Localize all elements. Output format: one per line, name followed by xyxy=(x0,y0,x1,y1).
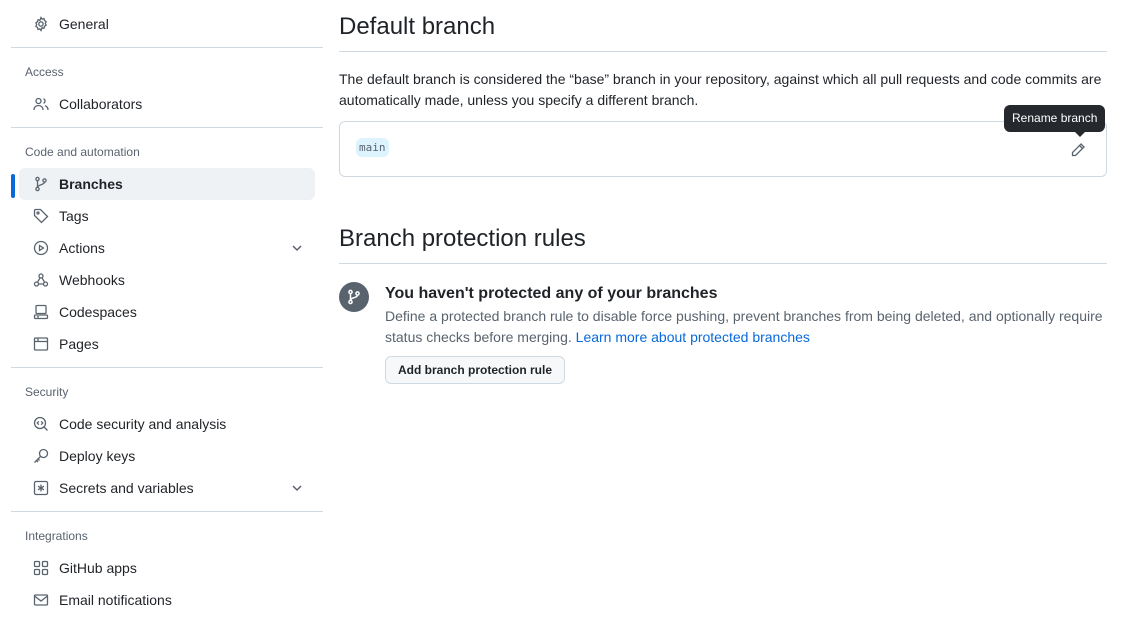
sidebar-item-label: GitHub apps xyxy=(59,560,137,576)
default-branch-description: The default branch is considered the “ba… xyxy=(339,71,1102,108)
sidebar-item-deploy-keys[interactable]: Deploy keys xyxy=(19,440,315,472)
tag-icon xyxy=(33,208,49,224)
sidebar-item-codespaces[interactable]: Codespaces xyxy=(19,296,315,328)
group-heading-integrations: Integrations xyxy=(25,529,88,543)
sidebar-item-email-notifications[interactable]: Email notifications xyxy=(19,584,315,616)
sidebar-item-label: Webhooks xyxy=(59,272,125,288)
sidebar-item-label: Email notifications xyxy=(59,592,172,608)
group-heading-security: Security xyxy=(25,385,69,399)
sidebar-item-pages[interactable]: Pages xyxy=(19,328,315,360)
codescan-icon xyxy=(33,416,49,432)
rename-branch-tooltip: Rename branch xyxy=(1004,105,1106,137)
branch-name-label[interactable]: main xyxy=(356,138,389,157)
sidebar-item-branches[interactable]: Branches xyxy=(11,168,315,200)
mail-icon xyxy=(33,592,49,608)
webhook-icon xyxy=(33,272,49,288)
blankslate-title: You haven't protected any of your branch… xyxy=(385,285,718,302)
gear-icon xyxy=(33,16,49,32)
sidebar-item-label: Collaborators xyxy=(59,96,143,112)
sidebar-item-label: Branches xyxy=(59,176,123,192)
sidebar-item-label: General xyxy=(59,16,109,32)
sidebar-divider xyxy=(11,47,323,48)
group-heading-code-automation: Code and automation xyxy=(25,145,140,159)
sidebar-item-label: Actions xyxy=(59,240,105,256)
sidebar-item-github-apps[interactable]: GitHub apps xyxy=(19,552,315,584)
sidebar-item-label: Secrets and variables xyxy=(59,480,194,496)
sidebar-divider xyxy=(11,511,323,512)
sidebar-item-webhooks[interactable]: Webhooks xyxy=(19,264,315,296)
settings-sidebar: General Access Collaborators Code and au… xyxy=(11,8,323,616)
play-icon xyxy=(33,240,49,256)
browser-icon xyxy=(33,336,49,352)
codespaces-icon xyxy=(33,304,49,320)
group-heading-access: Access xyxy=(25,65,64,79)
branch-protection-heading: Branch protection rules xyxy=(339,221,1107,264)
asterisk-icon xyxy=(33,480,49,496)
sidebar-item-general[interactable]: General xyxy=(19,8,315,40)
git-branch-icon xyxy=(339,282,369,312)
git-branch-icon xyxy=(33,176,49,192)
apps-icon xyxy=(33,560,49,576)
sidebar-item-tags[interactable]: Tags xyxy=(19,200,315,232)
sidebar-divider xyxy=(11,127,323,128)
blankslate-text: Define a protected branch rule to disabl… xyxy=(385,306,1107,348)
chevron-down-icon[interactable] xyxy=(289,480,305,496)
sidebar-item-code-security[interactable]: Code security and analysis xyxy=(19,408,315,440)
add-branch-protection-rule-button[interactable]: Add branch protection rule xyxy=(385,356,566,384)
default-branch-box: main xyxy=(339,121,1107,177)
main-content: Default branch The default branch is con… xyxy=(339,0,1107,384)
chevron-down-icon[interactable] xyxy=(289,240,305,256)
sidebar-item-label: Codespaces xyxy=(59,304,137,320)
sidebar-item-actions[interactable]: Actions xyxy=(19,232,315,264)
pencil-icon[interactable] xyxy=(1070,142,1086,158)
sidebar-item-collaborators[interactable]: Collaborators xyxy=(19,88,315,120)
key-icon xyxy=(33,448,49,464)
protection-blankslate: You haven't protected any of your branch… xyxy=(339,282,1107,384)
default-branch-heading: Default branch xyxy=(339,0,1107,52)
sidebar-item-secrets[interactable]: Secrets and variables xyxy=(19,472,315,504)
sidebar-divider xyxy=(11,367,323,368)
sidebar-item-label: Deploy keys xyxy=(59,448,136,464)
people-icon xyxy=(33,96,49,112)
sidebar-item-label: Code security and analysis xyxy=(59,416,227,432)
learn-more-link[interactable]: Learn more about protected branches xyxy=(576,329,810,345)
sidebar-item-label: Tags xyxy=(59,208,89,224)
sidebar-item-label: Pages xyxy=(59,336,99,352)
